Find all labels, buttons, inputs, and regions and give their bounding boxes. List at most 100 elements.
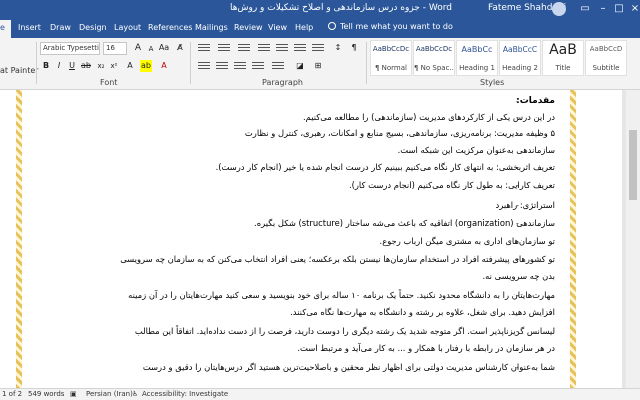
change-case-icon[interactable]: Aa: [158, 42, 170, 54]
tell-me-search[interactable]: Tell me what you want to do: [328, 22, 453, 31]
bold-icon[interactable]: B: [40, 60, 52, 72]
minimize-icon[interactable]: –: [596, 1, 610, 17]
show-formatting-icon[interactable]: ¶: [348, 42, 360, 54]
list-bullet: -: [516, 97, 519, 106]
list-item-continued: افزایش دهید. برای شغل، علاوه بر رشته و د…: [290, 307, 555, 317]
underline-icon[interactable]: U: [66, 60, 78, 72]
bullets-icon[interactable]: [198, 44, 210, 54]
font-size-dropdown[interactable]: 16: [103, 42, 127, 55]
word-window: جزوه درس سازماندهی و اصلاح تشکیلات و روش…: [0, 0, 640, 400]
increase-indent-icon[interactable]: [276, 44, 288, 54]
document-page[interactable]: مقدمات: - - در این درس یکی از کارکردهای …: [0, 90, 622, 388]
style-normal[interactable]: AaBbCcDc ¶ Normal: [370, 40, 412, 76]
list-item-continued: سازماندهی به‌عنوان مرکزیت این شبکه است.: [397, 145, 555, 155]
document-title: جزوه درس سازماندهی و اصلاح تشکیلات و روش…: [230, 3, 452, 13]
ltr-direction-icon[interactable]: [294, 44, 306, 54]
numbering-icon[interactable]: [218, 44, 230, 54]
tab-view[interactable]: View: [268, 23, 287, 32]
tab-mailings[interactable]: Mailings: [195, 23, 228, 32]
sort-icon[interactable]: ↕: [332, 42, 344, 54]
page-count[interactable]: 1 of 2: [2, 390, 22, 398]
shading-icon[interactable]: ◪: [294, 60, 306, 72]
style-name: Heading 2: [502, 64, 538, 72]
align-center-icon[interactable]: [216, 62, 228, 72]
section-heading: مقدمات:: [516, 96, 555, 106]
style-title[interactable]: AaB Title: [542, 40, 584, 76]
rtl-direction-icon[interactable]: [312, 44, 324, 54]
style-name: ¶ No Spac...: [414, 64, 455, 72]
tab-review[interactable]: Review: [234, 23, 263, 32]
ribbon-divider: [36, 42, 37, 84]
style-name: Title: [555, 64, 571, 72]
grow-font-icon[interactable]: A: [132, 42, 144, 54]
align-left-icon[interactable]: [198, 62, 210, 72]
proofing-icon[interactable]: ▣: [70, 390, 77, 398]
justify-icon[interactable]: [252, 62, 264, 72]
word-count[interactable]: 549 words: [28, 390, 64, 398]
status-bar: 1 of 2 549 words ▣ Persian (Iran) ♿ Acce…: [0, 388, 640, 400]
accessibility-status[interactable]: Accessibility: Investigate: [142, 390, 228, 398]
line-spacing-icon[interactable]: [272, 62, 284, 72]
style-sample: AaBbCcDc: [372, 45, 410, 53]
close-icon[interactable]: ×: [628, 1, 640, 17]
page-border-right: [570, 90, 576, 388]
text-effects-icon[interactable]: A: [124, 60, 136, 72]
document-area[interactable]: مقدمات: - - در این درس یکی از کارکردهای …: [0, 90, 640, 388]
list-item: ۵ وظیفه مدیریت: برنامه‌ریزی، سازماندهی، …: [244, 128, 555, 138]
tab-home[interactable]: e: [0, 20, 11, 38]
tab-layout[interactable]: Layout: [114, 23, 141, 32]
list-item: سازماندهی (organization) اتفاقیه که باعث…: [254, 218, 555, 228]
scrollbar-thumb[interactable]: [629, 130, 637, 200]
paragraph-group-label: Paragraph: [262, 78, 303, 87]
highlight-icon[interactable]: ab: [140, 60, 152, 72]
font-color-icon[interactable]: A: [158, 60, 170, 72]
list-item: تو کشورهای پیشرفته افراد در استخدام سازم…: [120, 254, 555, 264]
decrease-indent-icon[interactable]: [258, 44, 270, 54]
style-name: Heading 1: [459, 64, 495, 72]
style-sample: AaBbCc: [461, 45, 493, 54]
tab-draw[interactable]: Draw: [50, 23, 71, 32]
styles-group-label: Styles: [480, 78, 505, 87]
style-no-spacing[interactable]: AaBbCcDc ¶ No Spac...: [413, 40, 455, 76]
style-heading-1[interactable]: AaBbCc Heading 1: [456, 40, 498, 76]
maximize-icon[interactable]: □: [612, 1, 626, 17]
style-sample: AaB: [549, 42, 577, 58]
title-bar: جزوه درس سازماندهی و اصلاح تشکیلات و روش…: [0, 0, 640, 18]
style-sample: AaBbCcDc: [415, 45, 453, 53]
ribbon-divider: [366, 42, 367, 84]
user-avatar[interactable]: [552, 2, 566, 16]
style-subtitle[interactable]: AaBbCcD Subtitle: [585, 40, 627, 76]
vertical-scrollbar[interactable]: [626, 90, 640, 388]
list-item: استراتژی: راهبرد: [495, 200, 555, 210]
lightbulb-icon: [328, 22, 336, 30]
format-painter-button[interactable]: at Painter: [0, 66, 39, 75]
style-heading-2[interactable]: AaBbCcC Heading 2: [499, 40, 541, 76]
borders-icon[interactable]: ⊞: [312, 60, 324, 72]
multilevel-list-icon[interactable]: [238, 44, 250, 54]
tab-references[interactable]: References: [148, 23, 192, 32]
accessibility-icon[interactable]: ♿: [132, 390, 138, 398]
shrink-font-icon[interactable]: A: [145, 43, 157, 55]
strikethrough-icon[interactable]: ab: [80, 60, 92, 72]
list-item: لیسانس گریزناپذیر است. اگر متوجه شدید یک…: [134, 326, 555, 336]
font-name-dropdown[interactable]: Arabic Typesettin: [40, 42, 100, 55]
subscript-icon[interactable]: x₂: [95, 60, 107, 72]
list-item: تو سازمان‌های اداری به مشتری میگن ارباب …: [379, 236, 555, 246]
style-sample: AaBbCcD: [589, 45, 623, 53]
list-item: مهارت‌هایتان را به دانشگاه محدود نکنید. …: [128, 290, 555, 300]
page-border-left: [16, 90, 22, 388]
tab-insert[interactable]: Insert: [18, 23, 41, 32]
tab-help[interactable]: Help: [295, 23, 313, 32]
italic-icon[interactable]: I: [53, 60, 65, 72]
list-item: تعریف اثربخشی: به انتهای کار نگاه می‌کنی…: [215, 162, 555, 172]
font-group-label: Font: [100, 78, 118, 87]
list-item-continued: در هر سازمان در رابطه با رفتار با همکار …: [297, 343, 555, 353]
superscript-icon[interactable]: x²: [108, 60, 120, 72]
style-name: Subtitle: [592, 64, 620, 72]
language-indicator[interactable]: Persian (Iran): [86, 390, 133, 398]
list-item: تعریف کارایی: به طول کار نگاه می‌کنیم (ا…: [348, 180, 555, 190]
align-right-icon[interactable]: [234, 62, 246, 72]
clear-format-icon[interactable]: A̸: [174, 42, 186, 54]
tab-design[interactable]: Design: [79, 23, 107, 32]
ribbon-display-icon[interactable]: ▭: [578, 1, 592, 17]
